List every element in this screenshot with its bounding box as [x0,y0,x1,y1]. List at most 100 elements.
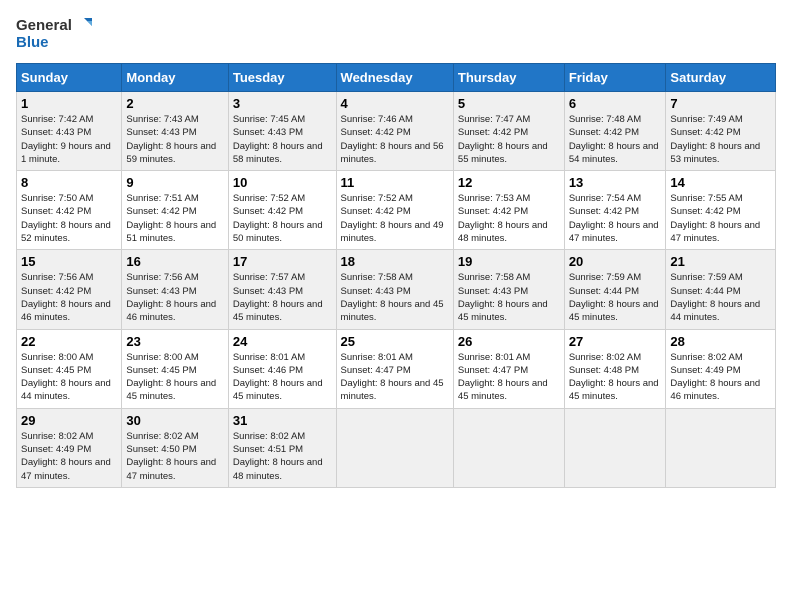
sunrise-label: Sunrise: [569,352,607,363]
day-number: 9 [126,175,223,190]
daylight-label: Daylight: 8 hours and 45 minutes. [341,299,444,323]
day-number: 6 [569,96,662,111]
sunrise-label: Sunrise: [569,114,607,125]
daylight-label: Daylight: 8 hours and 56 minutes. [341,141,444,165]
sunrise-time: 8:00 AM [59,352,94,363]
sunset-time: 4:42 PM [493,127,528,138]
header-friday: Friday [564,64,666,92]
week-row-5: 29 Sunrise: 8:02 AM Sunset: 4:49 PM Dayl… [17,408,776,487]
sunrise-time: 8:00 AM [164,352,199,363]
sunrise-time: 7:55 AM [708,193,743,204]
day-cell: 14 Sunrise: 7:55 AM Sunset: 4:42 PM Dayl… [666,171,776,250]
sunrise-time: 7:45 AM [270,114,305,125]
day-info: Sunrise: 8:01 AM Sunset: 4:47 PM Dayligh… [458,351,560,404]
day-cell: 21 Sunrise: 7:59 AM Sunset: 4:44 PM Dayl… [666,250,776,329]
day-cell: 22 Sunrise: 8:00 AM Sunset: 4:45 PM Dayl… [17,329,122,408]
day-cell: 24 Sunrise: 8:01 AM Sunset: 4:46 PM Dayl… [228,329,336,408]
sunset-time: 4:51 PM [268,444,303,455]
daylight-label: Daylight: 8 hours and 45 minutes. [233,378,323,402]
day-cell: 7 Sunrise: 7:49 AM Sunset: 4:42 PM Dayli… [666,92,776,171]
daylight-label: Daylight: 8 hours and 49 minutes. [341,220,444,244]
sunset-time: 4:43 PM [161,127,196,138]
sunrise-label: Sunrise: [458,352,496,363]
daylight-label: Daylight: 8 hours and 46 minutes. [670,378,760,402]
day-number: 18 [341,254,449,269]
day-info: Sunrise: 7:52 AM Sunset: 4:42 PM Dayligh… [341,192,449,245]
sunrise-time: 7:43 AM [164,114,199,125]
sunrise-label: Sunrise: [569,272,607,283]
day-cell [564,408,666,487]
sunset-time: 4:42 PM [705,206,740,217]
sunset-label: Sunset: [21,127,56,138]
daylight-label: Daylight: 8 hours and 50 minutes. [233,220,323,244]
daylight-label: Daylight: 8 hours and 54 minutes. [569,141,659,165]
day-info: Sunrise: 7:49 AM Sunset: 4:42 PM Dayligh… [670,113,771,166]
daylight-label: Daylight: 8 hours and 52 minutes. [21,220,111,244]
sunset-time: 4:45 PM [56,365,91,376]
sunset-label: Sunset: [233,444,268,455]
sunrise-label: Sunrise: [233,193,271,204]
daylight-label: Daylight: 8 hours and 58 minutes. [233,141,323,165]
day-cell: 31 Sunrise: 8:02 AM Sunset: 4:51 PM Dayl… [228,408,336,487]
sunset-label: Sunset: [569,127,604,138]
sunset-time: 4:43 PM [493,286,528,297]
day-cell: 9 Sunrise: 7:51 AM Sunset: 4:42 PM Dayli… [122,171,228,250]
sunset-label: Sunset: [341,365,376,376]
sunset-time: 4:42 PM [493,206,528,217]
day-info: Sunrise: 7:56 AM Sunset: 4:42 PM Dayligh… [21,271,117,324]
sunset-time: 4:47 PM [375,365,410,376]
sunrise-label: Sunrise: [341,352,379,363]
sunrise-time: 7:56 AM [59,272,94,283]
sunset-time: 4:43 PM [268,127,303,138]
daylight-label: Daylight: 8 hours and 45 minutes. [126,378,216,402]
sunset-time: 4:44 PM [705,286,740,297]
sunrise-time: 7:51 AM [164,193,199,204]
sunset-label: Sunset: [21,444,56,455]
sunset-time: 4:47 PM [493,365,528,376]
sunset-label: Sunset: [341,206,376,217]
day-cell: 17 Sunrise: 7:57 AM Sunset: 4:43 PM Dayl… [228,250,336,329]
sunset-time: 4:49 PM [56,444,91,455]
sunset-time: 4:48 PM [604,365,639,376]
sunrise-time: 8:01 AM [495,352,530,363]
daylight-label: Daylight: 8 hours and 47 minutes. [126,457,216,481]
day-info: Sunrise: 7:46 AM Sunset: 4:42 PM Dayligh… [341,113,449,166]
sunrise-label: Sunrise: [126,193,164,204]
sunrise-label: Sunrise: [341,193,379,204]
day-info: Sunrise: 7:45 AM Sunset: 4:43 PM Dayligh… [233,113,332,166]
calendar-header: Sunday Monday Tuesday Wednesday Thursday… [17,64,776,92]
sunset-label: Sunset: [670,127,705,138]
day-info: Sunrise: 8:02 AM Sunset: 4:51 PM Dayligh… [233,430,332,483]
day-number: 28 [670,334,771,349]
day-number: 30 [126,413,223,428]
sunrise-label: Sunrise: [341,114,379,125]
sunrise-time: 7:58 AM [495,272,530,283]
sunrise-time: 7:54 AM [606,193,641,204]
sunset-label: Sunset: [569,286,604,297]
sunset-label: Sunset: [670,206,705,217]
day-cell: 30 Sunrise: 8:02 AM Sunset: 4:50 PM Dayl… [122,408,228,487]
day-info: Sunrise: 7:58 AM Sunset: 4:43 PM Dayligh… [458,271,560,324]
daylight-label: Daylight: 8 hours and 44 minutes. [670,299,760,323]
sunrise-label: Sunrise: [458,193,496,204]
daylight-label: Daylight: 8 hours and 47 minutes. [670,220,760,244]
day-info: Sunrise: 7:50 AM Sunset: 4:42 PM Dayligh… [21,192,117,245]
daylight-label: Daylight: 8 hours and 45 minutes. [341,378,444,402]
day-cell: 19 Sunrise: 7:58 AM Sunset: 4:43 PM Dayl… [453,250,564,329]
day-cell [453,408,564,487]
day-cell: 20 Sunrise: 7:59 AM Sunset: 4:44 PM Dayl… [564,250,666,329]
day-info: Sunrise: 7:58 AM Sunset: 4:43 PM Dayligh… [341,271,449,324]
day-cell: 4 Sunrise: 7:46 AM Sunset: 4:42 PM Dayli… [336,92,453,171]
sunrise-label: Sunrise: [21,193,59,204]
daylight-label: Daylight: 8 hours and 53 minutes. [670,141,760,165]
daylight-label: Daylight: 8 hours and 46 minutes. [126,299,216,323]
sunset-label: Sunset: [126,286,161,297]
week-row-2: 8 Sunrise: 7:50 AM Sunset: 4:42 PM Dayli… [17,171,776,250]
day-cell: 1 Sunrise: 7:42 AM Sunset: 4:43 PM Dayli… [17,92,122,171]
sunrise-label: Sunrise: [458,114,496,125]
header-thursday: Thursday [453,64,564,92]
day-number: 7 [670,96,771,111]
daylight-label: Daylight: 8 hours and 44 minutes. [21,378,111,402]
week-row-3: 15 Sunrise: 7:56 AM Sunset: 4:42 PM Dayl… [17,250,776,329]
sunset-label: Sunset: [126,127,161,138]
